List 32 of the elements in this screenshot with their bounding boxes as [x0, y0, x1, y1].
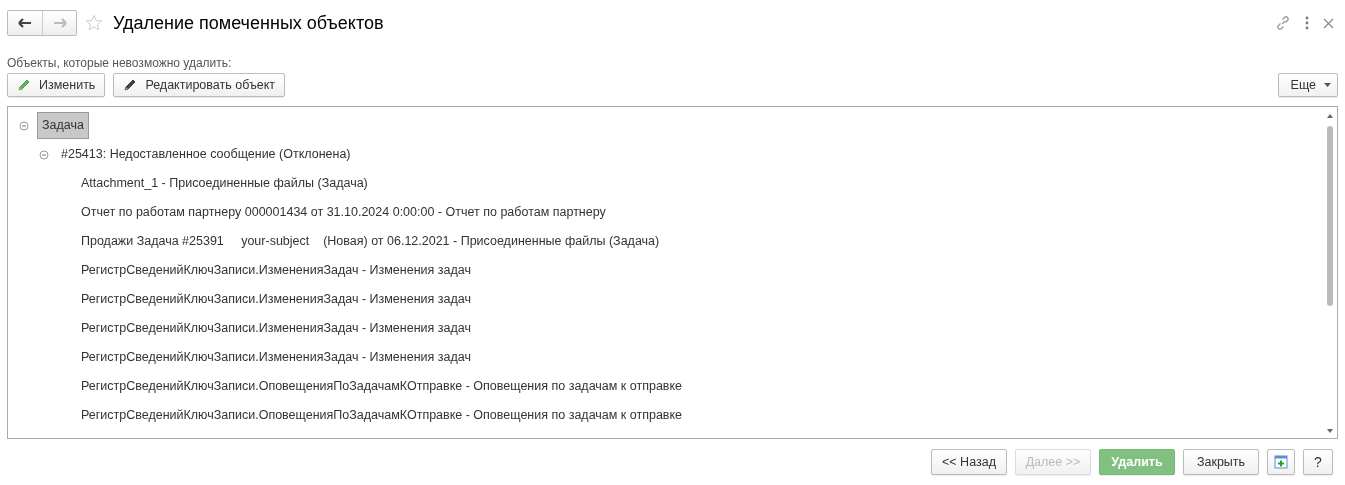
- tree-item[interactable]: Attachment_1 - Присоединенные файлы (Задача): [77, 171, 372, 196]
- footer-button[interactable]: ?: [1303, 449, 1333, 475]
- footer-button[interactable]: Закрыть: [1183, 449, 1259, 475]
- tree-item[interactable]: РегистрСведенийКлючЗаписи.ИзмененияЗадач - Изменения задач: [77, 287, 475, 312]
- pencil-icon: [123, 78, 138, 92]
- collapse-icon[interactable]: [39, 149, 49, 160]
- close-icon[interactable]: [1323, 17, 1334, 29]
- add-window-button[interactable]: [1267, 449, 1295, 475]
- tree-item[interactable]: Отчет по работам партнеру 000001434 от 31.10.2024 0:00:00 - Отчет по работам партнеру: [77, 200, 610, 225]
- forward-arrow-icon: [52, 18, 67, 28]
- window-title: Удаление помеченных объектов: [113, 11, 384, 35]
- collapse-icon[interactable]: [19, 120, 29, 131]
- tree-item[interactable]: РегистрСведенийКлючЗаписи.ОповещенияПоЗадачамКОтправке - Оповещения по задачам к отправке: [77, 374, 687, 399]
- tree-item[interactable]: РегистрСведенийКлючЗаписи.ОповещенияПоЗадачамКОтправке - Оповещения по задачам к отправке: [77, 403, 687, 428]
- tree-item[interactable]: РегистрСведенийКлючЗаписи.ИзмененияЗадач - Изменения задач: [77, 345, 475, 370]
- footer-button[interactable]: << Назад: [931, 449, 1007, 475]
- section-label: Объекты, которые невозможно удалить:: [7, 56, 233, 70]
- more-button[interactable]: Еще: [1277, 73, 1338, 97]
- tree-item[interactable]: РегистрСведенийКлючЗаписи.ИзмененияЗадач - Изменения задач: [77, 258, 475, 283]
- window-plus-icon: [1274, 455, 1288, 469]
- toolbar-button[interactable]: Редактировать объект: [113, 73, 285, 97]
- tree-item[interactable]: РегистрСведенийКлючЗаписи.ИзмененияЗадач - Изменения задач: [77, 316, 475, 341]
- pencil-icon: [17, 78, 31, 92]
- more-menu-icon[interactable]: [1305, 16, 1309, 30]
- tree-item[interactable]: Задача: [37, 112, 89, 139]
- link-icon[interactable]: [1275, 15, 1291, 31]
- tree-item[interactable]: #25413: Недоставленное сообщение (Отклонена): [57, 142, 355, 167]
- caret-icon: [1324, 83, 1331, 87]
- tree-item[interactable]: Продажи Задача #25391 your-subject (Новая) от 06.12.2021 - Присоединенные файлы (Задача): [77, 229, 664, 254]
- favorite-star-icon[interactable]: [85, 14, 103, 32]
- toolbar-button[interactable]: Изменить: [7, 73, 106, 97]
- back-arrow-icon: [18, 18, 32, 28]
